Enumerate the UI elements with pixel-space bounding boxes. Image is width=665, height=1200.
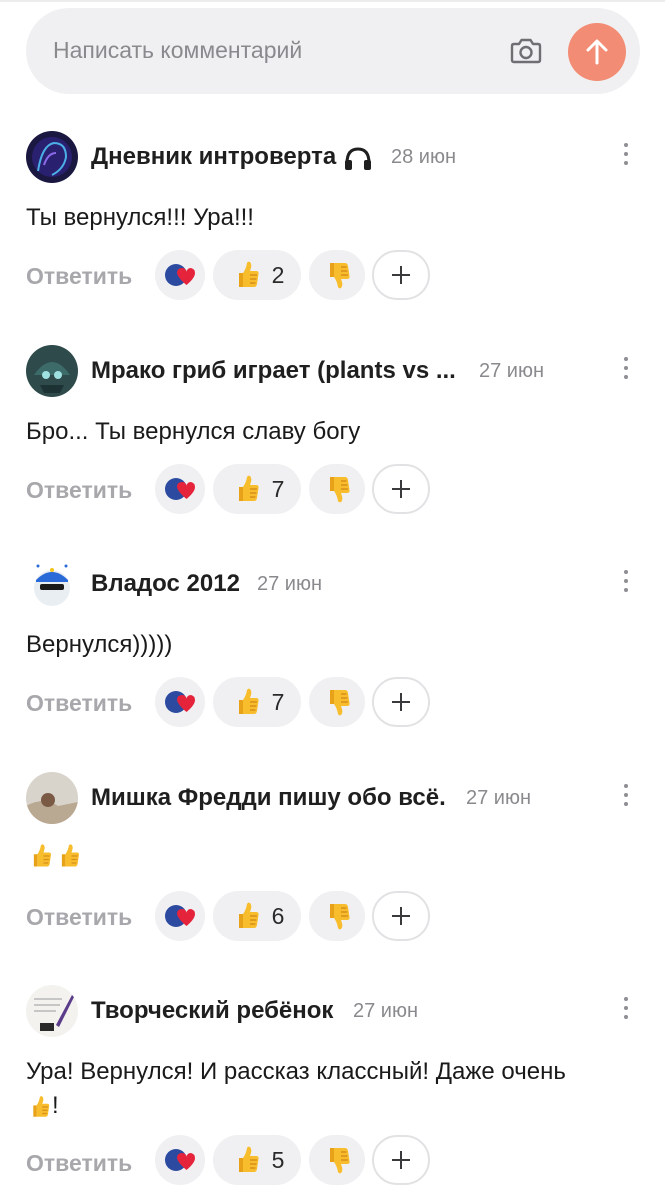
reaction-heart-button[interactable] bbox=[155, 464, 205, 514]
reaction-dislike-button[interactable] bbox=[309, 464, 365, 514]
reaction-dislike-button[interactable] bbox=[309, 891, 365, 941]
comment-text bbox=[26, 838, 82, 872]
camera-icon[interactable] bbox=[508, 33, 544, 69]
reaction-like-button[interactable]: 6 bbox=[213, 891, 301, 941]
thumbs-up-icon bbox=[26, 841, 54, 871]
comment-date: 28 июн bbox=[391, 146, 457, 168]
thumbs-up-icon bbox=[230, 686, 262, 718]
comment-date: 27 июн bbox=[466, 787, 532, 809]
comment-input-placeholder: Написать комментарий bbox=[53, 37, 303, 63]
more-vertical-icon[interactable] bbox=[620, 570, 632, 596]
reaction-dislike-button[interactable] bbox=[309, 250, 365, 300]
thumbs-up-icon bbox=[54, 841, 82, 871]
add-reaction-button[interactable] bbox=[372, 464, 430, 514]
plus-icon bbox=[392, 693, 410, 711]
arrow-up-icon bbox=[586, 39, 608, 65]
thumbs-up-icon bbox=[26, 1092, 52, 1122]
plus-icon bbox=[392, 907, 410, 925]
thumbs-up-icon bbox=[230, 259, 262, 291]
more-vertical-icon[interactable] bbox=[620, 357, 632, 383]
send-button[interactable] bbox=[568, 23, 626, 81]
reaction-like-button[interactable]: 2 bbox=[213, 250, 301, 300]
thumbs-down-icon bbox=[321, 1144, 353, 1176]
reply-button[interactable]: Ответить bbox=[26, 1150, 132, 1177]
add-reaction-button[interactable] bbox=[372, 891, 430, 941]
heart-icon bbox=[163, 899, 197, 933]
like-count: 2 bbox=[271, 261, 285, 288]
avatar[interactable] bbox=[26, 558, 78, 610]
plus-icon bbox=[392, 1151, 410, 1169]
heart-icon bbox=[163, 472, 197, 506]
comment-text: Вернулся))))) bbox=[26, 631, 173, 658]
reaction-heart-button[interactable] bbox=[155, 1135, 205, 1185]
like-count: 7 bbox=[271, 688, 285, 715]
reaction-like-button[interactable]: 7 bbox=[213, 464, 301, 514]
more-vertical-icon[interactable] bbox=[620, 997, 632, 1023]
thumbs-up-icon bbox=[230, 1144, 262, 1176]
top-divider bbox=[0, 0, 665, 2]
like-count: 5 bbox=[271, 1146, 285, 1173]
comment-text: Ты вернулся!!! Ура!!! bbox=[26, 204, 254, 231]
comment-text: Ура! Вернулся! И рассказ классный! Даже … bbox=[26, 1055, 636, 1123]
thumbs-down-icon bbox=[321, 473, 353, 505]
reply-button[interactable]: Ответить bbox=[26, 263, 132, 290]
reaction-dislike-button[interactable] bbox=[309, 677, 365, 727]
like-count: 6 bbox=[271, 902, 285, 929]
reply-button[interactable]: Ответить bbox=[26, 904, 132, 931]
add-reaction-button[interactable] bbox=[372, 250, 430, 300]
reaction-heart-button[interactable] bbox=[155, 250, 205, 300]
comment-date: 27 июн bbox=[353, 1000, 419, 1022]
add-reaction-button[interactable] bbox=[372, 677, 430, 727]
headphones-icon bbox=[344, 147, 371, 170]
avatar[interactable] bbox=[26, 131, 78, 183]
thumbs-up-icon bbox=[230, 473, 262, 505]
avatar[interactable] bbox=[26, 985, 78, 1037]
more-vertical-icon[interactable] bbox=[620, 784, 632, 810]
more-vertical-icon[interactable] bbox=[620, 143, 632, 169]
reply-button[interactable]: Ответить bbox=[26, 477, 132, 504]
comment-text: Бро... Ты вернулся славу богу bbox=[26, 418, 361, 445]
heart-icon bbox=[163, 685, 197, 719]
thumbs-down-icon bbox=[321, 259, 353, 291]
reaction-dislike-button[interactable] bbox=[309, 1135, 365, 1185]
thumbs-down-icon bbox=[321, 686, 353, 718]
reaction-heart-button[interactable] bbox=[155, 677, 205, 727]
thumbs-down-icon bbox=[321, 900, 353, 932]
heart-icon bbox=[163, 1143, 197, 1177]
comment-date: 27 июн bbox=[479, 360, 545, 382]
add-reaction-button[interactable] bbox=[372, 1135, 430, 1185]
reply-button[interactable]: Ответить bbox=[26, 690, 132, 717]
author-name[interactable]: Владос 2012 bbox=[91, 570, 240, 598]
reaction-like-button[interactable]: 5 bbox=[213, 1135, 301, 1185]
comment-input[interactable]: Написать комментарий bbox=[26, 8, 640, 94]
plus-icon bbox=[392, 266, 410, 284]
heart-icon bbox=[163, 258, 197, 292]
comment-date: 27 июн bbox=[257, 573, 323, 595]
reaction-like-button[interactable]: 7 bbox=[213, 677, 301, 727]
author-name[interactable]: Дневник интроверта bbox=[91, 143, 373, 171]
avatar[interactable] bbox=[26, 345, 78, 397]
plus-icon bbox=[392, 480, 410, 498]
author-name[interactable]: Мрако гриб играет (plants vs ... bbox=[91, 357, 456, 385]
author-name[interactable]: Мишка Фредди пишу обо всё. bbox=[91, 784, 446, 812]
author-name[interactable]: Творческий ребёнок bbox=[91, 997, 333, 1025]
thumbs-up-icon bbox=[230, 900, 262, 932]
avatar[interactable] bbox=[26, 772, 78, 824]
reaction-heart-button[interactable] bbox=[155, 891, 205, 941]
like-count: 7 bbox=[271, 475, 285, 502]
